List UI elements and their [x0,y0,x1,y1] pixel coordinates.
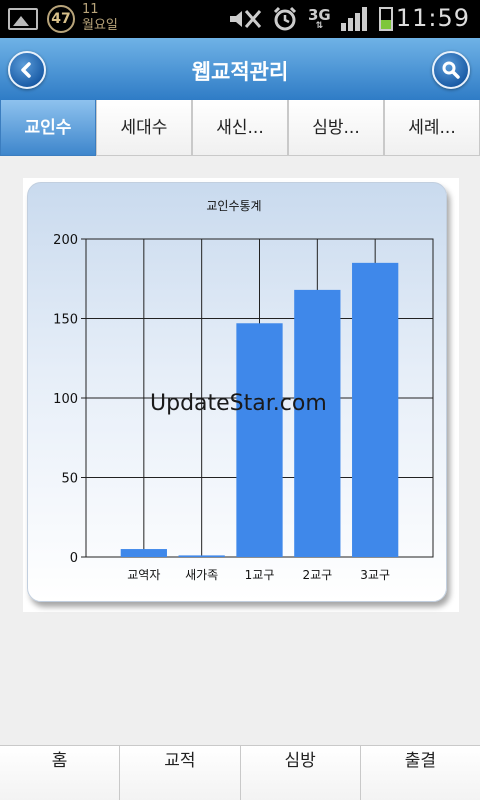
y-tick-label: 50 [61,472,78,487]
search-icon [442,61,460,79]
y-tick-label: 200 [53,233,78,248]
nav-home[interactable]: 홈 [0,746,121,800]
bar [178,555,225,557]
status-bar: 47 11 월요일 3G ⇅ 11:59 [0,0,480,38]
x-tick-label: 3교구 [360,568,390,582]
bar [352,262,399,557]
date-weekday: 월요일 [82,18,118,33]
bar [236,323,283,557]
gallery-icon [8,8,38,30]
bottom-nav: 홈 교적 심방 출결 [0,745,480,800]
date-indicator: 11 월요일 [82,2,122,34]
nav-members[interactable]: 교적 [120,746,241,800]
mute-icon [230,10,262,28]
x-tick-label: 새가족 [185,568,218,582]
date-day: 11 [82,2,99,17]
search-button[interactable] [432,51,470,89]
x-axis: 교역자 새가족 1교구 2교구 3교구 [127,568,390,582]
x-tick-label: 1교구 [245,568,275,582]
y-axis: 0 50 100 150 200 [53,233,86,566]
battery-icon [378,7,393,31]
network-type: 3G ⇅ [308,5,331,31]
y-tick-label: 150 [53,313,78,328]
clock: 11:59 [395,4,470,32]
title-bar: 웹교적관리 [0,38,480,100]
notification-badge: 47 [47,5,75,33]
bar [120,549,167,557]
bar [294,289,341,557]
watermark: UpdateStar.com [150,391,327,416]
nav-attendance[interactable]: 출결 [360,746,480,800]
page-title: 웹교적관리 [191,60,289,84]
y-tick-label: 100 [53,392,78,407]
chart-panel: 교인수통계 0 50 100 150 200 교역자 새가족 1교구 2교구 3교구 Updat… [23,178,459,612]
tab-visits[interactable]: 심방... [288,100,384,156]
chart-title: 교인수통계 [206,199,261,213]
signal-icon [340,7,369,31]
tab-baptism[interactable]: 세례... [384,100,480,156]
tab-newcomers[interactable]: 새신... [192,100,288,156]
nav-visits[interactable]: 심방 [240,746,361,800]
chart-card: 교인수통계 0 50 100 150 200 교역자 새가족 1교구 2교구 3교구 Updat… [27,182,447,602]
y-tick-label: 0 [70,551,78,566]
tab-households[interactable]: 세대수 [96,100,192,156]
tab-members[interactable]: 교인수 [0,100,96,156]
status-icons: 3G ⇅ [228,6,393,32]
alarm-icon [273,6,297,31]
tab-bar: 교인수 세대수 새신... 심방... 세례... [0,100,480,156]
x-tick-label: 교역자 [127,568,160,582]
x-tick-label: 2교구 [302,568,332,582]
network-label: 3G [308,5,331,24]
